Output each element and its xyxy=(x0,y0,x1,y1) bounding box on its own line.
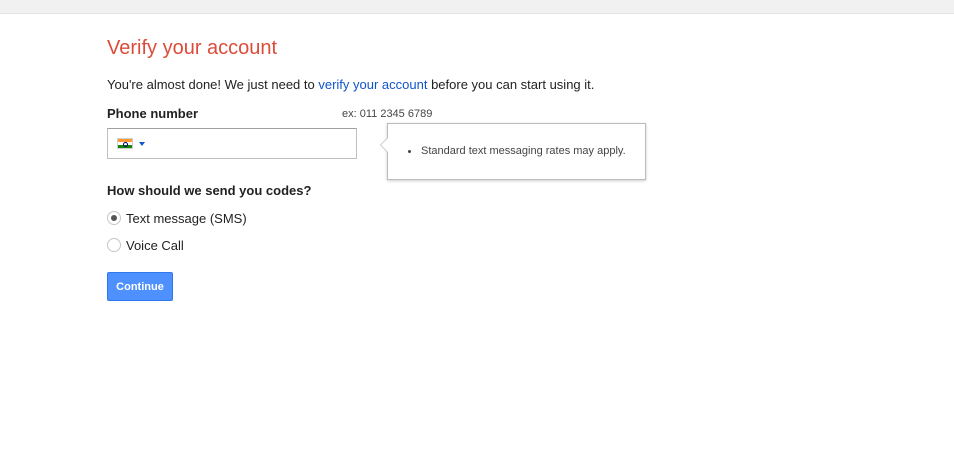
voice-radio-button[interactable] xyxy=(107,238,121,252)
phone-number-label: Phone number xyxy=(107,106,199,121)
top-bar xyxy=(0,0,954,14)
verify-account-link[interactable]: verify your account xyxy=(318,77,427,92)
sms-rates-tooltip: Standard text messaging rates may apply. xyxy=(380,123,646,180)
radio-option-voice[interactable]: Voice Call xyxy=(107,237,184,253)
country-dropdown-arrow-icon[interactable] xyxy=(139,142,145,146)
india-flag-icon[interactable] xyxy=(117,138,133,149)
continue-button[interactable]: Continue xyxy=(107,272,173,301)
sms-option-label[interactable]: Text message (SMS) xyxy=(126,211,247,226)
tooltip-list: Standard text messaging rates may apply. xyxy=(408,145,626,157)
page-title: Verify your account xyxy=(107,37,278,59)
phone-number-input[interactable] xyxy=(152,131,352,156)
sms-radio-button[interactable] xyxy=(107,211,121,225)
delivery-method-label: How should we send you codes? xyxy=(107,183,312,198)
intro-text: You're almost done! We just need to veri… xyxy=(107,77,594,92)
intro-text-start: You're almost done! We just need to xyxy=(107,77,319,92)
intro-text-end: before you can start using it. xyxy=(427,77,595,92)
tooltip-item-text: Standard text messaging rates may apply. xyxy=(421,145,626,157)
tooltip-item: Standard text messaging rates may apply. xyxy=(408,145,626,157)
voice-option-label[interactable]: Voice Call xyxy=(126,238,184,253)
phone-example-hint: ex: 011 2345 6789 xyxy=(342,108,433,120)
radio-option-sms[interactable]: Text message (SMS) xyxy=(107,210,247,226)
bullet-icon xyxy=(408,150,411,153)
phone-number-field[interactable] xyxy=(107,128,357,159)
